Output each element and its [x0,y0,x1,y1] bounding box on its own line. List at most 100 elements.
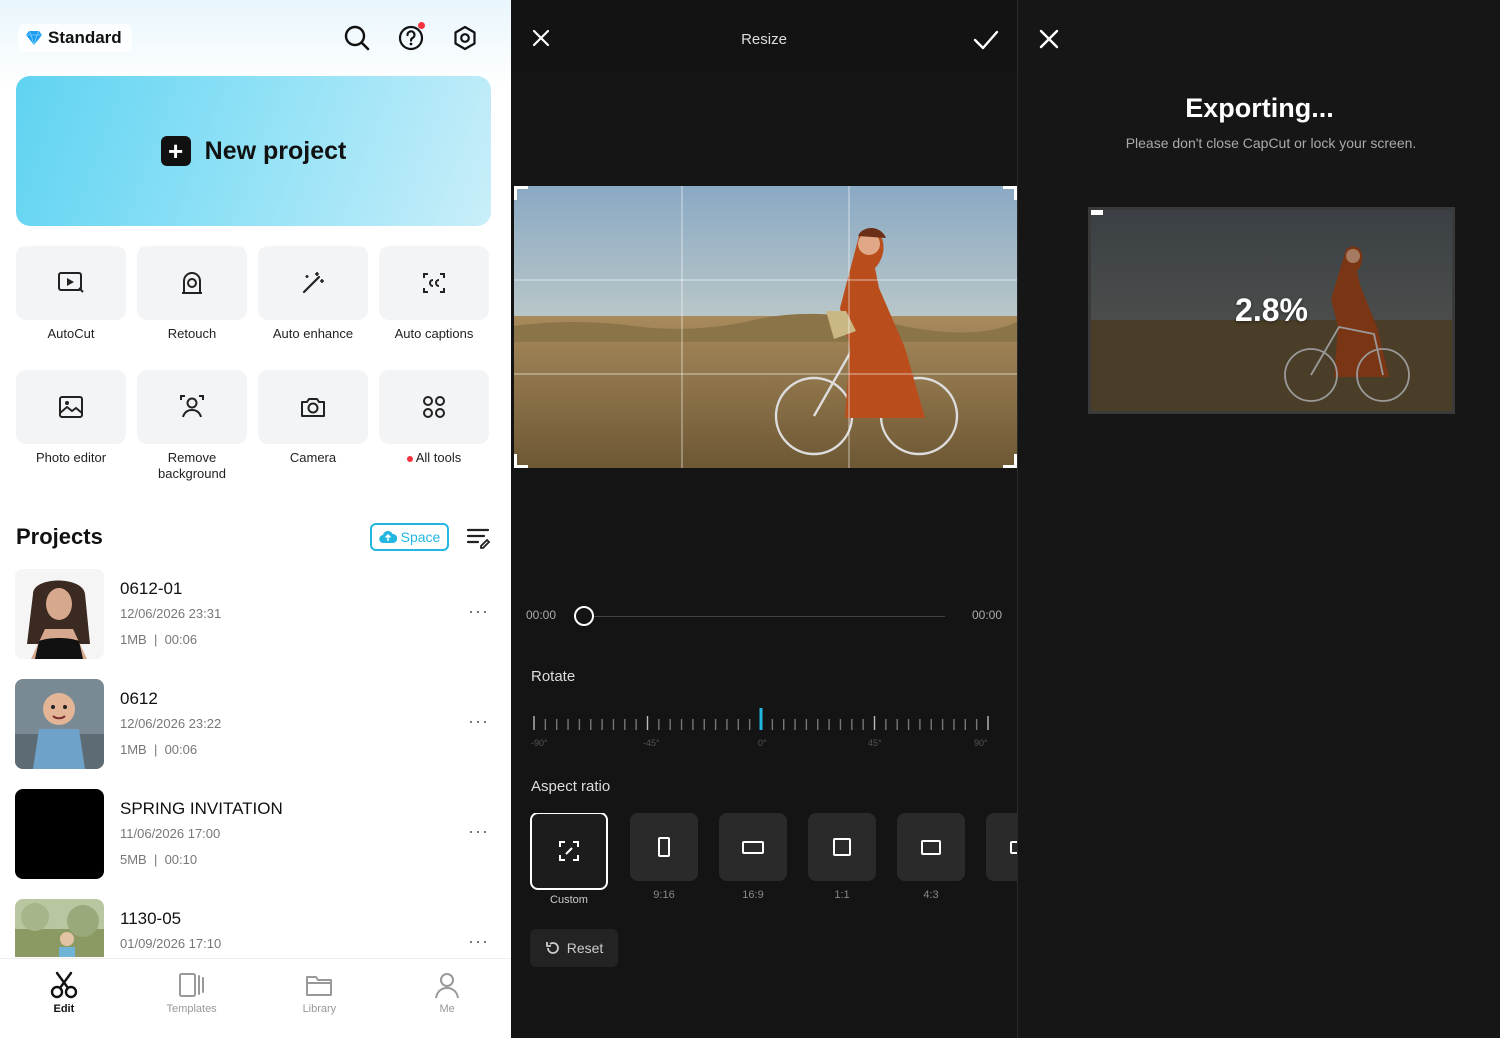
portrait-ratio-icon [652,835,676,859]
aspect-option-custom[interactable]: Custom [530,813,608,906]
crop-handle[interactable] [1003,454,1017,468]
aspect-option-9-16[interactable]: 9:16 [625,813,703,901]
project-name: 1130-05 [120,909,181,929]
reset-icon [545,940,561,956]
timeline-scrubber[interactable]: 00:00 00:00 [511,606,1017,626]
export-title: Exporting... [1018,93,1500,124]
settings-icon[interactable] [451,22,479,54]
tool-label: Auto enhance [273,326,353,342]
projects-list: 0612-01 12/06/2026 23:31 1MB | 00:06 ···… [15,569,495,957]
aspect-option-more[interactable]: 3 [981,813,1017,901]
aspect-option-1-1[interactable]: 1:1 [803,813,881,901]
aspect-option-label: 9:16 [653,889,674,901]
scissors-icon [49,971,79,999]
crop-handle[interactable] [514,186,528,200]
reset-button[interactable]: Reset [530,929,618,967]
tool-all-tools[interactable]: All tools [379,370,489,482]
sort-icon[interactable] [466,526,492,555]
close-icon[interactable] [1038,28,1060,55]
aspect-ratio-options: Custom 9:16 16:9 1:1 4:3 3 [530,813,1017,913]
plus-icon: + [161,136,191,166]
crop-handle[interactable] [1003,186,1017,200]
project-size: 1MB [120,632,147,647]
rotate-label: Rotate [531,668,575,685]
nav-library[interactable]: Library [256,959,384,1038]
video-frame [514,186,1017,468]
crop-handle[interactable] [514,454,528,468]
nav-me[interactable]: Me [383,959,511,1038]
more-icon[interactable]: ··· [468,931,489,952]
tool-retouch[interactable]: Retouch [137,246,247,358]
export-subtitle: Please don't close CapCut or lock your s… [1018,135,1500,151]
plan-badge[interactable]: Standard [18,24,132,52]
plan-badge-label: Standard [48,28,122,48]
export-percent: 2.8% [1091,210,1452,411]
project-item[interactable]: 0612-01 12/06/2026 23:31 1MB | 00:06 ··· [15,569,495,679]
ruler-label: -90° [531,738,548,748]
nav-templates[interactable]: Templates [128,959,256,1038]
nav-label: Me [439,1003,454,1015]
reset-label: Reset [567,940,604,956]
nav-label: Edit [53,1003,74,1015]
project-item[interactable]: 0612 12/06/2026 23:22 1MB | 00:06 ··· [15,679,495,789]
scrubber-track[interactable] [585,616,945,617]
more-icon[interactable]: ··· [468,601,489,622]
resize-title: Resize [511,31,1017,48]
more-icon[interactable]: ··· [468,711,489,732]
camera-icon [299,393,327,421]
project-meta: 1MB | 00:06 [120,742,197,757]
ruler-label: 45° [868,738,882,748]
tool-camera[interactable]: Camera [258,370,368,482]
home-panel: Standard + New project AutoCut Retouch A… [0,0,511,1038]
help-icon[interactable] [397,22,425,54]
project-duration: 00:06 [165,742,198,757]
nav-edit[interactable]: Edit [0,959,128,1038]
time-end: 00:00 [972,608,1002,622]
space-button[interactable]: Space [370,523,449,551]
tool-auto-captions[interactable]: Auto captions [379,246,489,358]
auto-enhance-icon [299,269,327,297]
project-item[interactable]: SPRING INVITATION 11/06/2026 17:00 5MB |… [15,789,495,899]
aspect-ratio-label: Aspect ratio [531,778,610,795]
retouch-icon [178,269,206,297]
four-three-ratio-icon [919,835,943,859]
bottom-nav: Edit Templates Library Me [0,958,511,1038]
project-item[interactable]: 1130-05 01/09/2026 17:10 ··· [15,899,495,957]
tool-label: Camera [290,450,336,466]
autocut-icon [57,270,85,296]
project-duration: 00:10 [165,852,198,867]
tool-label: Retouch [168,326,216,342]
tool-label: AutoCut [48,326,95,342]
aspect-option-label: 1:1 [834,889,849,901]
tool-remove-background[interactable]: Remove background [137,370,247,482]
project-date: 01/09/2026 17:10 [120,936,221,951]
rotate-ruler[interactable]: -90° -45° 0° 45° 90° [531,706,991,756]
templates-icon [177,971,207,999]
check-icon[interactable] [973,29,999,56]
project-meta: 5MB | 00:10 [120,852,197,867]
tools-grid: AutoCut Retouch Auto enhance Auto captio… [16,246,492,482]
aspect-option-4-3[interactable]: 4:3 [892,813,970,901]
tool-autocut[interactable]: AutoCut [16,246,126,358]
auto-captions-icon [420,269,448,297]
ruler-label: 0° [758,738,767,748]
notification-dot [418,22,425,29]
tool-auto-enhance[interactable]: Auto enhance [258,246,368,358]
project-date: 12/06/2026 23:31 [120,606,221,621]
new-project-button[interactable]: + New project [16,76,491,226]
search-icon[interactable] [343,22,371,54]
project-thumbnail [15,569,104,659]
person-icon [432,971,462,999]
more-icon[interactable]: ··· [468,821,489,842]
aspect-option-label: 16:9 [742,889,763,901]
crop-preview[interactable] [514,186,1017,468]
scrubber-handle[interactable] [574,606,594,626]
aspect-option-16-9[interactable]: 16:9 [714,813,792,901]
export-preview: 2.8% [1088,207,1455,414]
new-project-label: New project [205,137,347,166]
resize-panel: Resize [511,0,1017,1038]
nav-label: Templates [167,1003,217,1015]
photo-editor-icon [57,393,85,421]
tool-photo-editor[interactable]: Photo editor [16,370,126,482]
project-thumbnail [15,899,104,957]
